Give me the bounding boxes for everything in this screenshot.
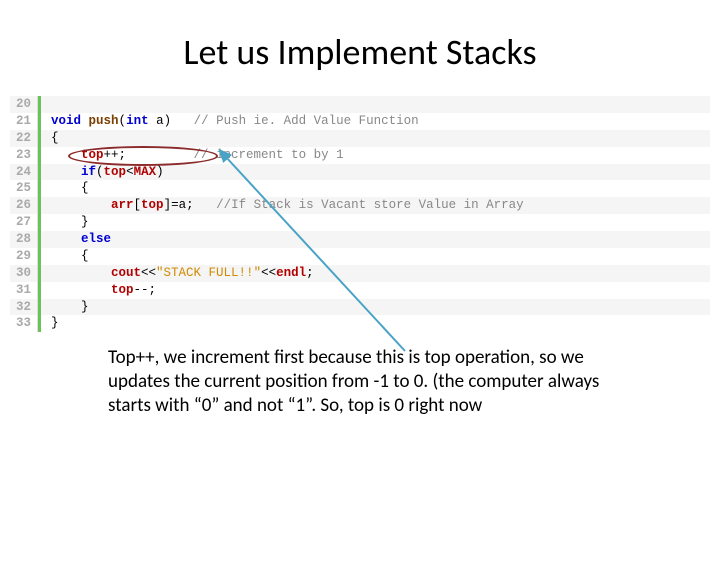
- line-number: 32: [10, 299, 38, 316]
- code-content: if(top<MAX): [41, 164, 164, 181]
- code-content: }: [41, 214, 89, 231]
- line-number: 29: [10, 248, 38, 265]
- explanation-text: Top++, we increment first because this i…: [108, 346, 630, 417]
- code-line: 33}: [10, 315, 710, 332]
- code-content: top--;: [41, 282, 156, 299]
- code-content: {: [41, 180, 89, 197]
- line-number: 31: [10, 282, 38, 299]
- code-line: 26 arr[top]=a; //If Stack is Vacant stor…: [10, 197, 710, 214]
- code-line: 24 if(top<MAX): [10, 164, 710, 181]
- code-line: 31 top--;: [10, 282, 710, 299]
- code-line: 30 cout<<"STACK FULL!!"<<endl;: [10, 265, 710, 282]
- code-content: {: [41, 130, 59, 147]
- line-number: 27: [10, 214, 38, 231]
- line-number: 22: [10, 130, 38, 147]
- code-content: top++; // increment to by 1: [41, 147, 344, 164]
- line-number: 26: [10, 197, 38, 214]
- code-line: 20: [10, 96, 710, 113]
- code-line: 23 top++; // increment to by 1: [10, 147, 710, 164]
- code-block: 2021void push(int a) // Push ie. Add Val…: [10, 96, 710, 332]
- line-number: 23: [10, 147, 38, 164]
- code-line: 21void push(int a) // Push ie. Add Value…: [10, 113, 710, 130]
- code-content: {: [41, 248, 89, 265]
- code-content: arr[top]=a; //If Stack is Vacant store V…: [41, 197, 524, 214]
- code-content: }: [41, 315, 59, 332]
- line-number: 24: [10, 164, 38, 181]
- code-line: 29 {: [10, 248, 710, 265]
- slide-title: Let us Implement Stacks: [0, 30, 720, 74]
- code-line: 28 else: [10, 231, 710, 248]
- code-line: 27 }: [10, 214, 710, 231]
- line-number: 25: [10, 180, 38, 197]
- code-content: cout<<"STACK FULL!!"<<endl;: [41, 265, 314, 282]
- code-content: [41, 96, 51, 113]
- code-content: void push(int a) // Push ie. Add Value F…: [41, 113, 419, 130]
- line-number: 20: [10, 96, 38, 113]
- line-number: 33: [10, 315, 38, 332]
- code-line: 25 {: [10, 180, 710, 197]
- code-line: 22{: [10, 130, 710, 147]
- code-content: }: [41, 299, 89, 316]
- line-number: 28: [10, 231, 38, 248]
- line-number: 30: [10, 265, 38, 282]
- code-line: 32 }: [10, 299, 710, 316]
- code-content: else: [41, 231, 111, 248]
- line-number: 21: [10, 113, 38, 130]
